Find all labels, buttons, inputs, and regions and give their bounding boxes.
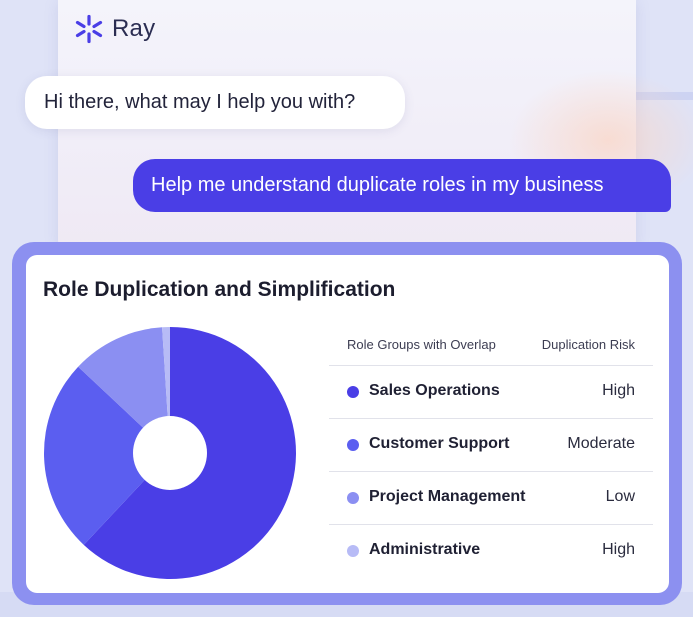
legend-dot — [347, 492, 359, 504]
user-message-text: Help me understand duplicate roles in my… — [151, 174, 604, 196]
bot-message-text: Hi there, what may I help you with? — [44, 91, 356, 113]
role-group-label: Sales Operations — [369, 382, 500, 399]
column-header-risk: Duplication Risk — [541, 337, 635, 352]
table-header: Role Groups with Overlap Duplication Ris… — [329, 330, 653, 366]
spark-icon — [75, 14, 103, 44]
legend-dot — [347, 386, 359, 398]
donut-chart — [44, 327, 296, 579]
role-group-label: Customer Support — [369, 435, 510, 452]
legend-dot — [347, 439, 359, 451]
result-card: Role Duplication and Simplification Role… — [26, 255, 669, 593]
overlap-table: Role Groups with Overlap Duplication Ris… — [329, 330, 653, 577]
legend-dot — [347, 545, 359, 557]
brand-name: Ray — [112, 15, 156, 42]
table-row: Customer Support Moderate — [329, 419, 653, 472]
donut-hole — [133, 416, 207, 490]
risk-value: Low — [605, 488, 635, 505]
brand-logo: Ray — [74, 14, 155, 44]
card-title: Role Duplication and Simplification — [43, 278, 396, 301]
bot-message-bubble: Hi there, what may I help you with? — [25, 76, 405, 129]
table-row: Sales Operations High — [329, 366, 653, 419]
column-header-group: Role Groups with Overlap — [347, 337, 496, 352]
user-message-bubble: Help me understand duplicate roles in my… — [133, 159, 671, 212]
table-row: Administrative High — [329, 525, 653, 577]
risk-value: High — [602, 382, 635, 399]
role-group-label: Project Management — [369, 488, 526, 505]
role-group-label: Administrative — [369, 541, 481, 558]
table-row: Project Management Low — [329, 472, 653, 525]
risk-value: High — [602, 541, 635, 558]
risk-value: Moderate — [567, 435, 635, 452]
